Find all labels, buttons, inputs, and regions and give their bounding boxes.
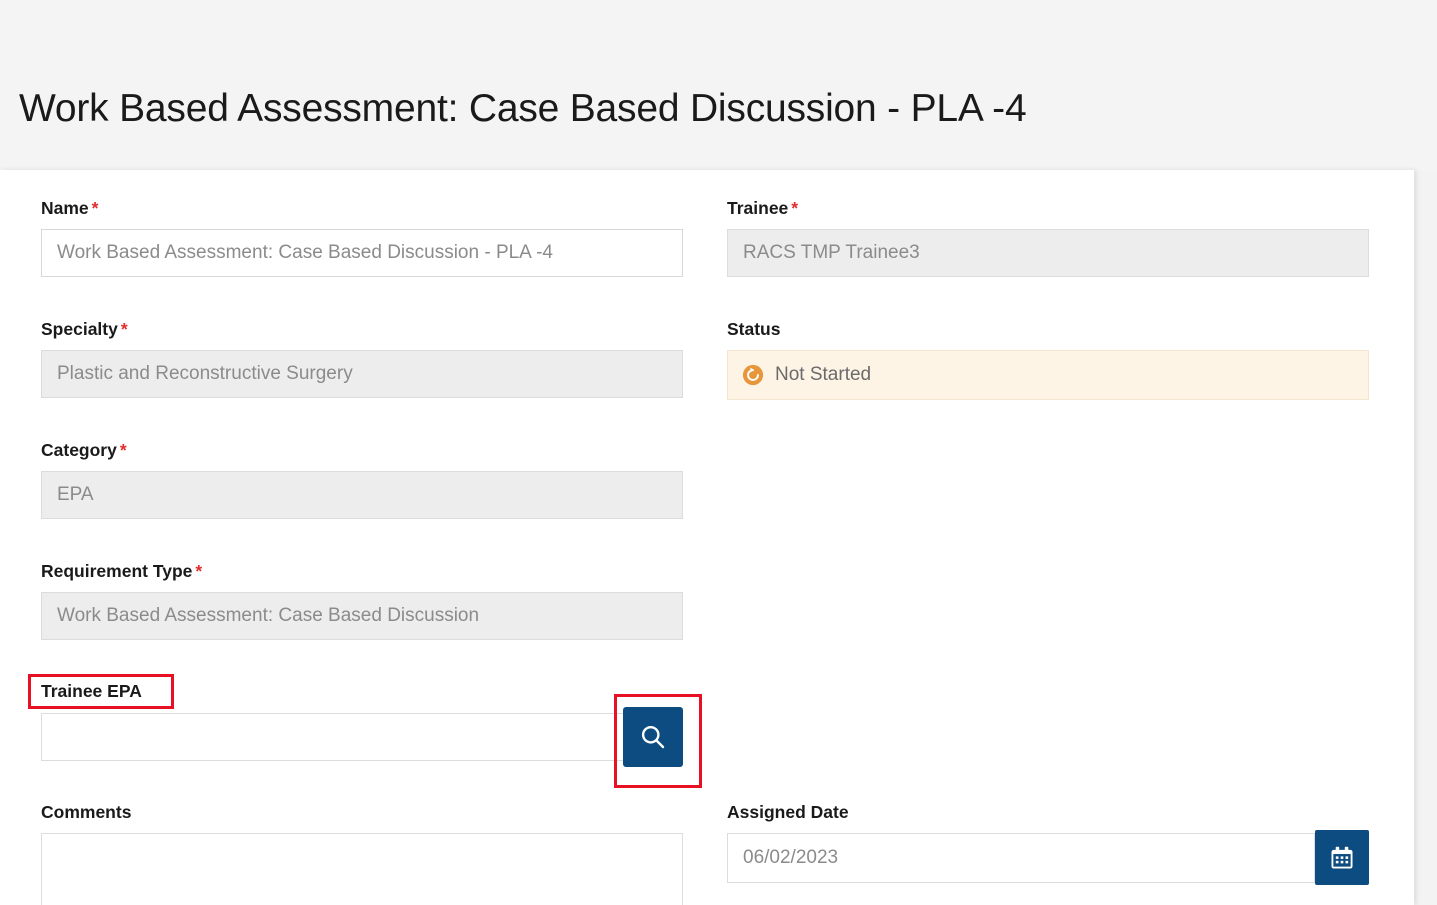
field-label-trainee-epa: Trainee EPA [41, 681, 683, 701]
field-label-specialty-text: Specialty [41, 319, 118, 339]
field-group-comments: Comments [41, 802, 683, 905]
search-icon [641, 726, 665, 749]
trainee-epa-input[interactable] [41, 713, 683, 762]
page-title: Work Based Assessment: Case Based Discus… [19, 87, 1027, 130]
field-label-trainee-epa-text: Trainee EPA [41, 681, 142, 701]
field-group-assigned-date: Assigned Date 06/02/2023 [727, 802, 1369, 886]
field-group-trainee-epa: Trainee EPA [41, 681, 683, 768]
field-label-category: Category * [41, 440, 683, 460]
field-group-name: Name * Work Based Assessment: Case Based … [41, 198, 683, 278]
field-label-status: Status [727, 319, 1369, 339]
specialty-input: Plastic and Reconstructive Surgery [41, 350, 683, 399]
field-group-specialty: Specialty * Plastic and Reconstructive Su… [41, 319, 683, 399]
field-group-status: Status Not Started [727, 319, 1369, 401]
trainee-epa-search-button[interactable] [623, 707, 683, 768]
trainee-epa-lookup-row [41, 707, 683, 768]
page-header: Work Based Assessment: Case Based Discus… [0, 0, 1437, 170]
field-label-comments: Comments [41, 802, 683, 822]
page-root: Work Based Assessment: Case Based Discus… [0, 0, 1437, 905]
field-label-assigned-date: Assigned Date [727, 802, 1369, 822]
required-indicator: * [120, 319, 128, 339]
field-label-status-text: Status [727, 319, 781, 339]
status-value: Not Started [775, 364, 872, 386]
calendar-icon [1331, 846, 1353, 869]
required-indicator: * [119, 440, 127, 460]
field-label-trainee: Trainee * [727, 198, 1369, 218]
field-label-name: Name * [41, 198, 683, 218]
assigned-date-row: 06/02/2023 [727, 830, 1369, 886]
category-input: EPA [41, 471, 683, 520]
field-label-trainee-text: Trainee [727, 198, 789, 218]
field-group-trainee: Trainee * RACS TMP Trainee3 [727, 198, 1369, 278]
field-label-comments-text: Comments [41, 802, 132, 822]
required-indicator: * [195, 561, 203, 581]
trainee-input: RACS TMP Trainee3 [727, 229, 1369, 278]
required-indicator: * [91, 198, 99, 218]
assigned-date-input[interactable]: 06/02/2023 [727, 833, 1315, 884]
assigned-date-calendar-button[interactable] [1315, 830, 1369, 886]
form-card: Name * Work Based Assessment: Case Based … [0, 170, 1414, 905]
field-label-specialty: Specialty * [41, 319, 683, 339]
comments-textarea[interactable] [41, 833, 683, 905]
required-indicator: * [791, 198, 799, 218]
field-label-assigned-date-text: Assigned Date [727, 802, 849, 822]
name-input[interactable]: Work Based Assessment: Case Based Discus… [41, 229, 683, 278]
field-group-category: Category * EPA [41, 440, 683, 520]
clock-reset-icon [742, 365, 764, 386]
requirement-type-input: Work Based Assessment: Case Based Discus… [41, 592, 683, 641]
field-label-category-text: Category [41, 440, 117, 460]
status-badge: Not Started [727, 350, 1369, 401]
field-group-requirement-type: Requirement Type * Work Based Assessment:… [41, 561, 683, 641]
field-label-name-text: Name [41, 198, 89, 218]
field-label-requirement-type: Requirement Type * [41, 561, 683, 581]
field-label-requirement-type-text: Requirement Type [41, 561, 193, 581]
